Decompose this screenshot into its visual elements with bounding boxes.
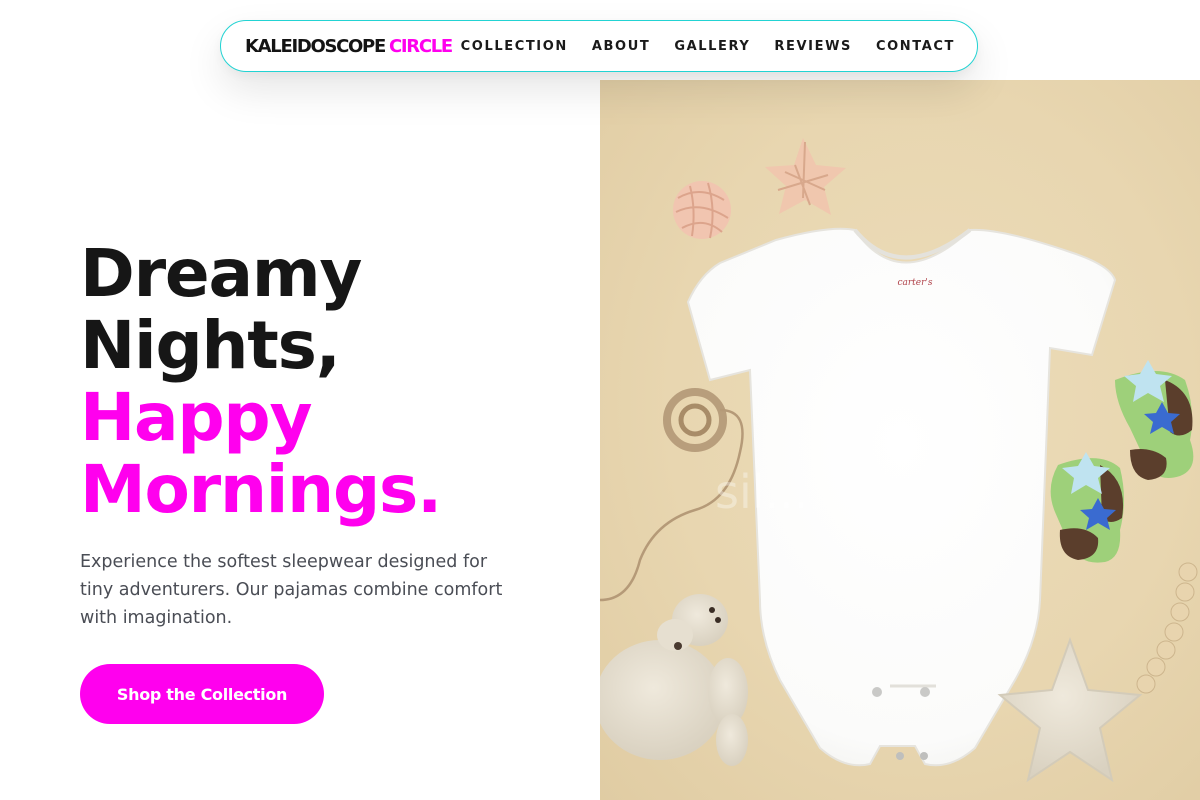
- nav-link-about[interactable]: ABOUT: [592, 39, 650, 54]
- top-navigation: KALEIDOSCOPE CIRCLE COLLECTION ABOUT GAL…: [220, 20, 978, 72]
- wooden-bead-string: [1136, 562, 1198, 694]
- brand-logo-word-2: CIRCLE: [388, 35, 453, 57]
- nav-link-contact[interactable]: CONTACT: [876, 39, 955, 54]
- hero-headline: Dreamy Nights, Happy Mornings.: [80, 235, 442, 528]
- plush-bear-toy: [600, 594, 748, 766]
- nav-links: COLLECTION ABOUT GALLERY REVIEWS CONTACT: [461, 39, 955, 54]
- brand-logo[interactable]: KALEIDOSCOPE CIRCLE: [245, 35, 453, 57]
- brand-logo-word-1: KALEIDOSCOPE: [245, 35, 386, 57]
- headline-line-2: Nights,: [80, 307, 341, 384]
- nav-link-reviews[interactable]: REVIEWS: [774, 39, 852, 54]
- garment-brand-label: carter's: [897, 278, 932, 288]
- hero-product-image: carter's sil...: [600, 80, 1200, 800]
- wicker-ball-decoration: [673, 181, 731, 239]
- nav-link-gallery[interactable]: GALLERY: [674, 39, 750, 54]
- headline-line-3: Happy: [80, 379, 312, 456]
- hero-description: Experience the softest sleepwear designe…: [80, 552, 503, 628]
- star-socks: [1050, 360, 1194, 563]
- shop-collection-button[interactable]: Shop the Collection: [80, 664, 324, 724]
- headline-line-1: Dreamy: [80, 235, 362, 312]
- nav-link-collection[interactable]: COLLECTION: [461, 39, 568, 54]
- headline-line-4: Mornings.: [80, 451, 442, 528]
- photo-watermark: sil...: [715, 465, 808, 519]
- wicker-star-decoration: [765, 138, 846, 215]
